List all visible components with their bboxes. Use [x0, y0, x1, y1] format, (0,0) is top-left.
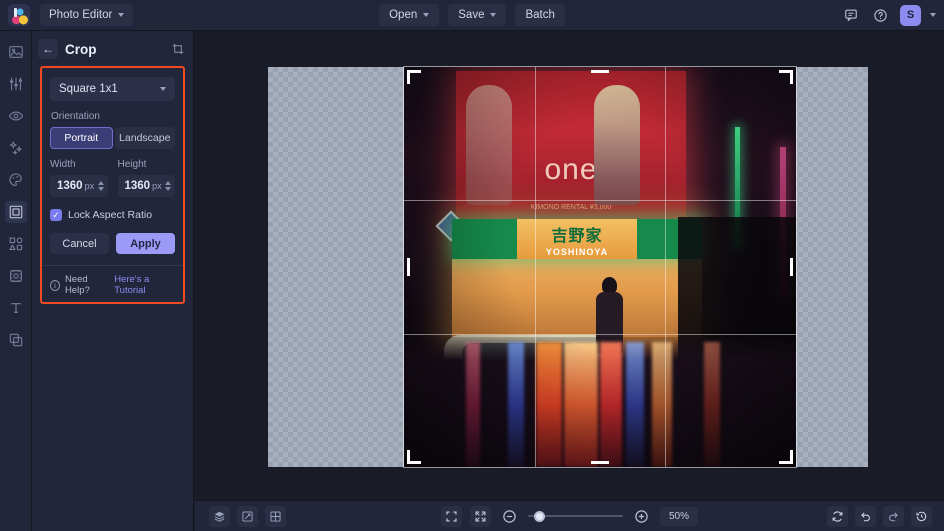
lock-aspect-ratio-label: Lock Aspect Ratio: [68, 209, 152, 221]
zoom-slider-thumb[interactable]: [534, 511, 545, 522]
dimension-fields: Width 1360 px Height 1360 px: [50, 159, 175, 197]
layers-stack-icon[interactable]: [209, 506, 230, 527]
expand-icon[interactable]: [470, 506, 491, 527]
undo-icon[interactable]: [855, 506, 876, 527]
chevron-down-icon: [160, 87, 166, 91]
sidebar-item-effects[interactable]: [5, 137, 27, 159]
width-label: Width: [50, 159, 108, 170]
batch-button[interactable]: Batch: [515, 4, 564, 26]
height-label: Height: [118, 159, 176, 170]
orientation-label: Orientation: [51, 111, 175, 122]
orientation-landscape-button[interactable]: Landscape: [115, 127, 176, 149]
save-label: Save: [458, 9, 484, 21]
sidebar-item-overlay[interactable]: [5, 329, 27, 351]
photo-image[interactable]: one KIMONO RENTAL ¥3,000 吉野家 YOSHINOYA: [404, 67, 796, 467]
width-input[interactable]: 1360 px: [50, 175, 108, 197]
stepper-down-icon[interactable]: [98, 187, 104, 191]
brand-logo-icon[interactable]: [8, 4, 30, 26]
bottom-toolbar-left: [209, 506, 286, 527]
top-toolbar: Photo Editor Open Save Batch: [0, 0, 944, 31]
height-value: 1360: [125, 180, 151, 192]
bottom-toolbar: 50%: [195, 500, 944, 531]
chevron-down-icon: [118, 13, 124, 17]
height-input[interactable]: 1360 px: [118, 175, 176, 197]
canvas-stage[interactable]: one KIMONO RENTAL ¥3,000 吉野家 YOSHINOYA: [195, 31, 944, 500]
crop-panel: ← Crop Square 1x1 Orientation Portrait L…: [32, 31, 194, 531]
lock-aspect-ratio-row[interactable]: ✓ Lock Aspect Ratio: [50, 209, 175, 221]
info-icon: i: [50, 280, 60, 291]
save-button[interactable]: Save: [448, 4, 506, 26]
crop-settings-group: Square 1x1 Orientation Portrait Landscap…: [40, 66, 185, 304]
height-field-group: Height 1360 px: [118, 159, 176, 197]
redo-icon[interactable]: [883, 506, 904, 527]
product-menu[interactable]: Photo Editor: [40, 4, 133, 26]
photo-editor-app: Photo Editor Open Save Batch: [0, 0, 944, 531]
sidebar-item-photo[interactable]: [5, 41, 27, 63]
width-stepper[interactable]: [98, 181, 104, 191]
panel-header: ← Crop: [32, 35, 193, 63]
bottom-toolbar-right: [827, 506, 932, 527]
sidebar-item-text[interactable]: [5, 297, 27, 319]
sidebar-item-stickers[interactable]: [5, 265, 27, 287]
sidebar-item-color[interactable]: [5, 169, 27, 191]
zoom-in-icon[interactable]: [631, 506, 652, 527]
tool-rail: [0, 31, 32, 531]
apply-button[interactable]: Apply: [116, 233, 175, 254]
stepper-down-icon[interactable]: [165, 187, 171, 191]
width-value: 1360: [57, 180, 83, 192]
help-row: i Need Help? Here's a Tutorial: [50, 266, 175, 296]
zoom-level-label[interactable]: 50%: [660, 507, 698, 526]
height-unit: px: [152, 181, 163, 191]
sidebar-item-crop[interactable]: [5, 201, 27, 223]
open-button[interactable]: Open: [379, 4, 439, 26]
help-text: Need Help?: [65, 274, 109, 296]
stepper-up-icon[interactable]: [165, 181, 171, 185]
chat-icon[interactable]: [840, 5, 861, 26]
reset-icon[interactable]: [827, 506, 848, 527]
orientation-portrait-button[interactable]: Portrait: [50, 127, 113, 149]
stepper-up-icon[interactable]: [98, 181, 104, 185]
sidebar-item-adjust[interactable]: [5, 73, 27, 95]
height-stepper[interactable]: [165, 181, 171, 191]
cancel-button[interactable]: Cancel: [50, 233, 109, 254]
chevron-down-icon: [423, 13, 429, 17]
question-circle-icon[interactable]: [870, 5, 891, 26]
product-menu-label: Photo Editor: [49, 9, 112, 21]
avatar[interactable]: S: [900, 5, 921, 26]
fit-screen-icon[interactable]: [441, 506, 462, 527]
compare-icon[interactable]: [237, 506, 258, 527]
history-icon[interactable]: [911, 506, 932, 527]
tutorial-link[interactable]: Here's a Tutorial: [114, 274, 175, 296]
top-toolbar-right: S: [840, 5, 936, 26]
width-unit: px: [85, 181, 96, 191]
open-label: Open: [389, 9, 417, 21]
page-title: Crop: [65, 42, 164, 57]
chevron-down-icon[interactable]: [930, 13, 936, 17]
action-buttons: Cancel Apply: [50, 233, 175, 254]
zoom-out-icon[interactable]: [499, 506, 520, 527]
lock-aspect-ratio-checkbox[interactable]: ✓: [50, 209, 62, 221]
sidebar-item-retouch[interactable]: [5, 105, 27, 127]
aspect-ratio-select[interactable]: Square 1x1: [50, 77, 175, 101]
chevron-down-icon: [490, 13, 496, 17]
grid-icon[interactable]: [265, 506, 286, 527]
aspect-ratio-value: Square 1x1: [59, 83, 118, 95]
crop-tool-icon[interactable]: [171, 42, 185, 56]
top-toolbar-center: Open Save Batch: [0, 4, 944, 26]
sidebar-item-shapes[interactable]: [5, 233, 27, 255]
width-field-group: Width 1360 px: [50, 159, 108, 197]
zoom-slider[interactable]: [528, 509, 623, 523]
arrow-left-icon[interactable]: ←: [38, 39, 58, 59]
canvas-transparent-background: one KIMONO RENTAL ¥3,000 吉野家 YOSHINOYA: [268, 67, 868, 467]
avatar-initial: S: [907, 9, 914, 21]
orientation-toggle: Portrait Landscape: [50, 127, 175, 149]
batch-label: Batch: [525, 9, 554, 21]
photo-vignette: [404, 67, 796, 467]
